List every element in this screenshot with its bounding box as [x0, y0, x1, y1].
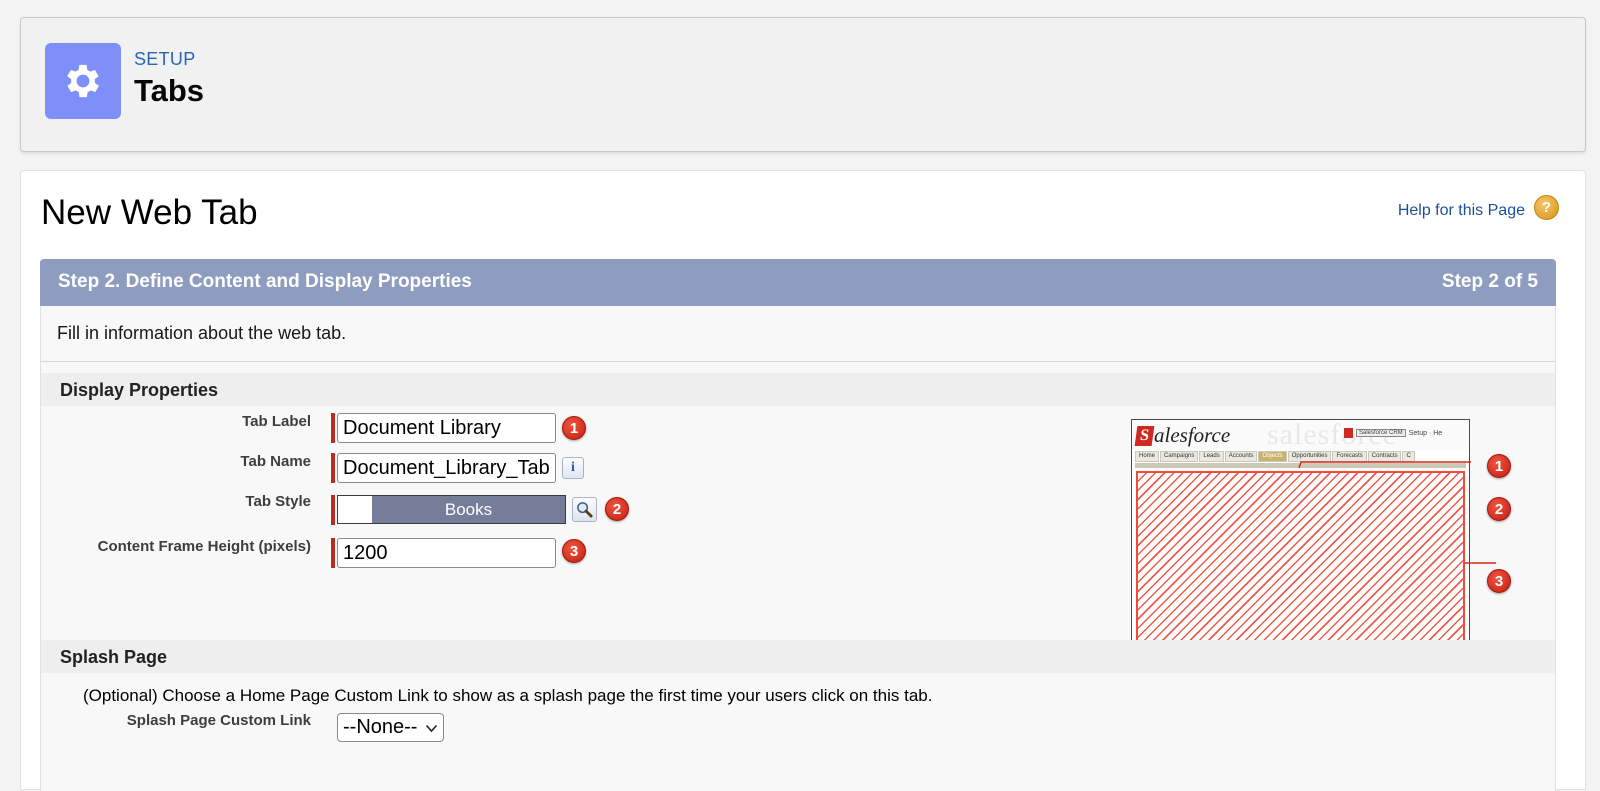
preview-logo-text: alesforce	[1154, 423, 1231, 447]
tab-style-swatch	[338, 496, 372, 523]
splash-link-value: --None--	[343, 716, 418, 738]
help-icon[interactable]: ?	[1534, 195, 1559, 220]
section-splash-page: Splash Page	[41, 640, 1555, 673]
required-indicator	[331, 453, 335, 483]
tab-style-selector[interactable]: Books	[337, 495, 566, 524]
preview-callout-3: 3	[1487, 569, 1511, 593]
callout-badge-2: 2	[605, 497, 629, 521]
preview-logo: S alesforce	[1134, 423, 1231, 448]
page-title: New Web Tab	[41, 193, 258, 232]
tab-name-input[interactable]	[337, 453, 556, 483]
preview-tab: Home	[1135, 451, 1160, 462]
splash-note: (Optional) Choose a Home Page Custom Lin…	[83, 686, 933, 705]
tab-style-label: Tab Style	[245, 493, 311, 510]
info-icon[interactable]: i	[562, 457, 584, 479]
frame-height-label: Content Frame Height (pixels)	[97, 538, 311, 555]
required-indicator	[331, 495, 335, 525]
callout-badge-3: 3	[562, 539, 586, 563]
preview-tab: Campaigns	[1160, 451, 1199, 462]
splash-link-select[interactable]: --None--	[337, 713, 445, 742]
preview-callout-2: 2	[1487, 497, 1511, 521]
required-indicator	[331, 413, 335, 443]
section-heading: Display Properties	[60, 380, 219, 400]
lookup-icon[interactable]	[572, 497, 597, 522]
intro-text: Fill in information about the web tab.	[57, 323, 347, 343]
form-body: Fill in information about the web tab. D…	[40, 306, 1556, 791]
frame-height-input[interactable]	[337, 538, 556, 568]
chevron-down-icon	[425, 716, 438, 739]
section-heading: Splash Page	[60, 647, 168, 667]
required-indicator	[331, 538, 335, 568]
step-header: Step 2. Define Content and Display Prope…	[40, 259, 1556, 306]
preview-tab: Leads	[1199, 451, 1224, 462]
step-count: Step 2 of 5	[1441, 271, 1538, 292]
main-content: New Web Tab Help for this Page ? Step 2.…	[20, 170, 1586, 791]
setup-header: SETUP Tabs	[20, 17, 1586, 152]
divider	[41, 361, 1555, 362]
tab-label-label: Tab Label	[242, 413, 311, 430]
preview-logo-mark: S	[1134, 425, 1155, 446]
tab-style-name: Books	[372, 496, 565, 523]
splash-link-label: Splash Page Custom Link	[126, 712, 311, 729]
help-link[interactable]: Help for this Page	[1398, 202, 1525, 220]
callout-badge-1: 1	[562, 416, 586, 440]
callout-lines	[1298, 461, 1496, 564]
section-display-properties: Display Properties	[41, 373, 1555, 406]
tab-name-label: Tab Name	[240, 453, 311, 470]
preview-tab: Accounts	[1224, 451, 1258, 462]
setup-title: Tabs	[134, 73, 205, 108]
tab-label-input[interactable]	[337, 413, 556, 443]
preview-callout-1: 1	[1487, 454, 1511, 478]
preview-tab-active: Objects	[1258, 451, 1287, 462]
setup-eyebrow: SETUP	[134, 49, 196, 69]
step-title: Step 2. Define Content and Display Prope…	[58, 271, 472, 292]
gear-icon	[45, 43, 121, 119]
